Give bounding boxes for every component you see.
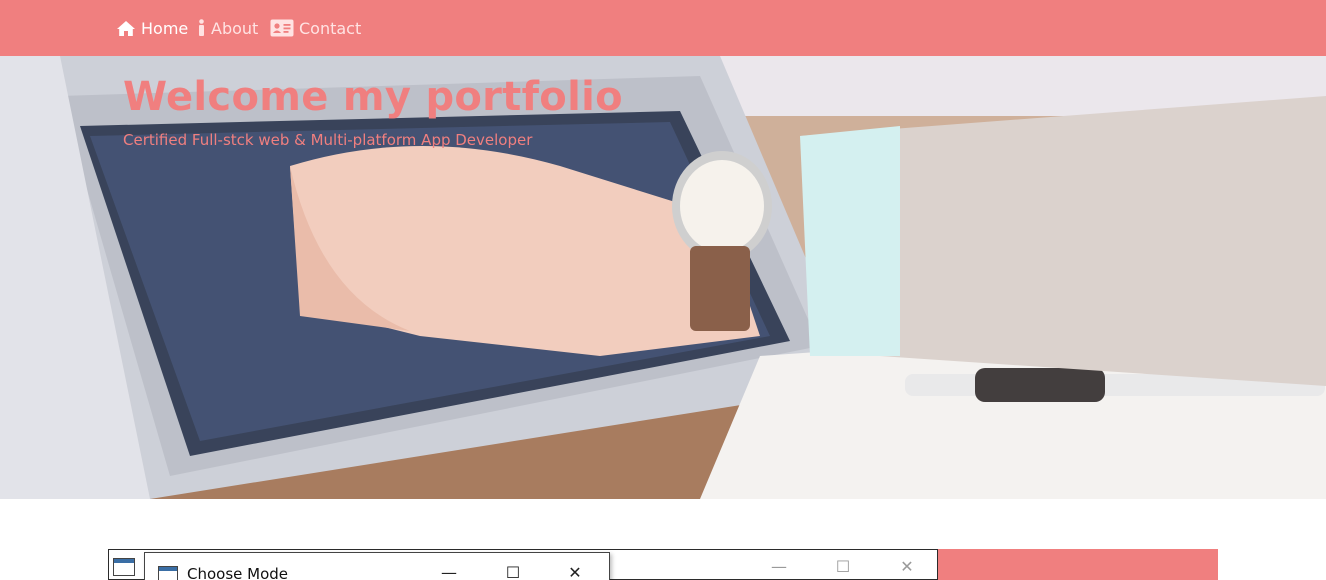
nav-contact-link[interactable]: Contact — [270, 16, 361, 40]
info-icon — [197, 19, 211, 37]
dialog-title: Choose Mode — [187, 565, 289, 580]
window-minimize-button[interactable]: — — [769, 557, 789, 577]
nav-home-link[interactable]: Home — [116, 16, 188, 40]
address-card-icon — [270, 19, 299, 37]
home-icon — [116, 20, 141, 37]
dialog-maximize-button[interactable]: ☐ — [503, 563, 523, 580]
hero-subtitle: Certified Full-stck web & Multi-platform… — [123, 131, 533, 149]
window-close-button[interactable]: ✕ — [897, 557, 917, 577]
dialog-close-button[interactable]: ✕ — [565, 563, 585, 580]
nav-about-label: About — [211, 18, 259, 38]
nav-contact-label: Contact — [299, 18, 362, 38]
navbar: Home About Contact — [0, 0, 1326, 56]
hero-title: Welcome my portfolio — [123, 74, 623, 120]
hero-banner: Welcome my portfolio Certified Full-stck… — [0, 56, 1326, 499]
window-app-icon — [113, 558, 135, 576]
dialog-app-icon — [158, 566, 178, 580]
choose-mode-dialog: Choose Mode — ☐ ✕ — [144, 552, 610, 580]
project-info-panel — [938, 549, 1218, 580]
dialog-minimize-button[interactable]: — — [439, 563, 459, 580]
nav-home-label: Home — [141, 18, 189, 38]
hero-background-image — [0, 56, 1326, 499]
nav-about-link[interactable]: About — [197, 16, 258, 40]
screenshot-window: Choose Mode — ☐ ✕ — ☐ ✕ — [108, 549, 938, 580]
window-maximize-button[interactable]: ☐ — [833, 557, 853, 577]
project-screenshot-section: Choose Mode — ☐ ✕ — ☐ ✕ — [108, 549, 1218, 580]
